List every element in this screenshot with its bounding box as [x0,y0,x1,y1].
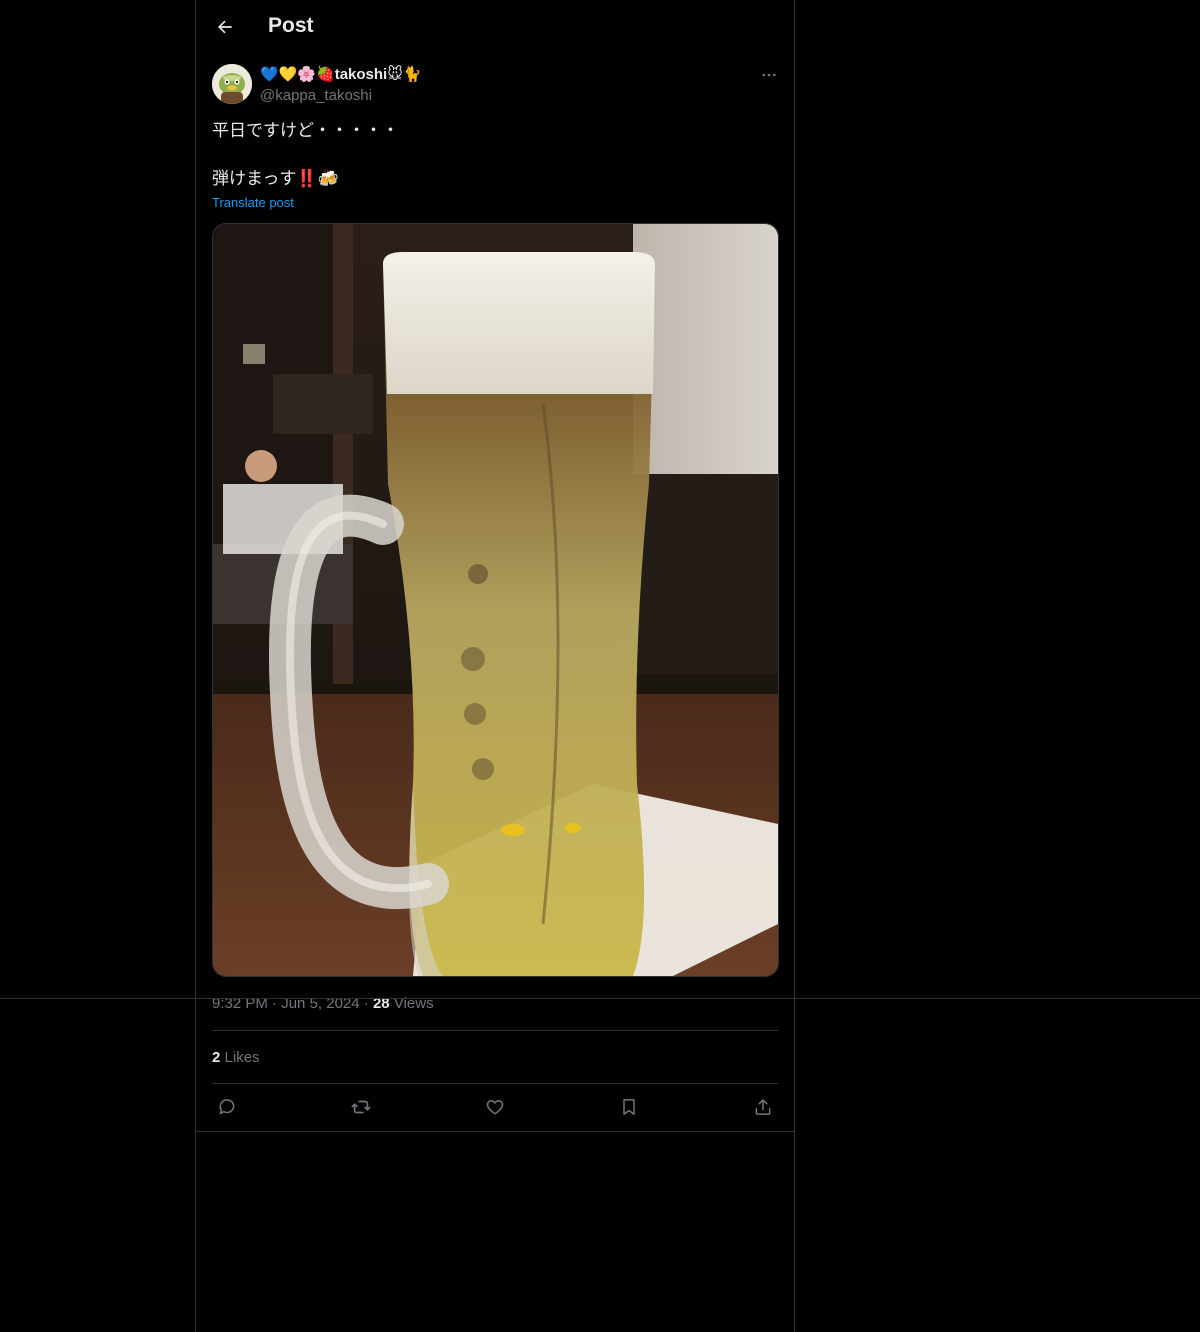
bookmark-button[interactable] [614,1092,644,1122]
more-options-button[interactable] [756,62,782,88]
like-button[interactable] [480,1092,510,1122]
divider [196,1131,794,1132]
arrow-left-icon [215,17,235,37]
like-icon [485,1097,505,1117]
post-text: 平日ですけど・・・・・ 弾けまっす‼️🍻 [212,121,399,188]
back-button[interactable] [208,10,242,44]
likes-count: 2 [212,1049,221,1066]
reply-icon [217,1097,237,1117]
author-handle[interactable]: @kappa_takoshi [260,87,372,104]
divider [0,998,1200,999]
divider [212,1083,778,1084]
share-icon [753,1097,773,1117]
page-title: Post [268,14,314,37]
share-button[interactable] [748,1092,778,1122]
likes-label: Likes [224,1049,260,1066]
repost-button[interactable] [346,1092,376,1122]
action-bar [212,1092,778,1122]
bookmark-icon [619,1097,639,1117]
repost-icon [350,1096,372,1118]
avatar[interactable] [212,64,252,104]
reply-button[interactable] [212,1092,242,1122]
header: Post [196,0,794,54]
post-media-image[interactable] [212,223,779,977]
author-display-name[interactable]: 💙💛🌸🍓takoshi🐭🐈 [260,65,422,83]
likes-stat[interactable]: 2 Likes [212,1049,260,1066]
post-column: Post 💙💛🌸🍓takoshi🐭🐈 @kappa_takoshi 平日ですけど… [195,0,795,1332]
translate-post-link[interactable]: Translate post [212,195,294,210]
more-horizontal-icon [760,66,778,84]
divider [212,1030,778,1031]
